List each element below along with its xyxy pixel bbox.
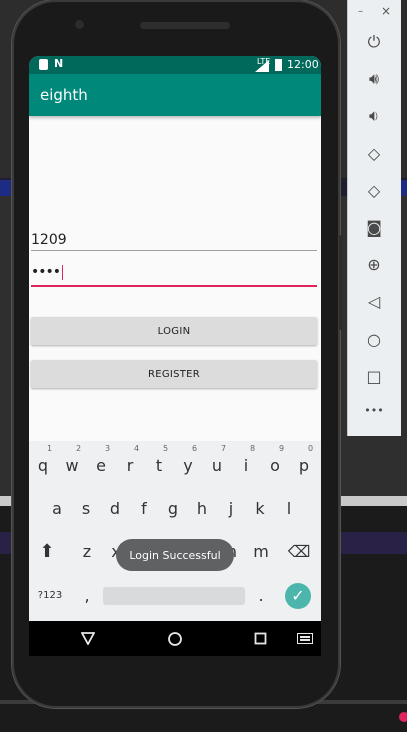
key-l[interactable]: l <box>275 494 303 524</box>
key-i[interactable]: i <box>232 451 260 481</box>
back-nav-icon[interactable] <box>81 632 95 645</box>
key-h[interactable]: h <box>188 494 216 524</box>
backspace-key-icon[interactable]: ⌫ <box>285 537 313 567</box>
key-e[interactable]: e <box>87 451 115 481</box>
more-options-icon[interactable]: ••• <box>361 398 387 424</box>
camera-screenshot-icon[interactable]: ◙ <box>361 215 387 241</box>
key-a[interactable]: a <box>43 494 71 524</box>
password-underline-focused <box>31 285 317 287</box>
key-s[interactable]: s <box>72 494 100 524</box>
comma-key[interactable]: , <box>73 581 101 611</box>
key-g[interactable]: g <box>159 494 187 524</box>
key-d[interactable]: d <box>101 494 129 524</box>
key-hint: 9 <box>279 444 285 453</box>
back-icon[interactable]: ◁ <box>361 289 387 315</box>
key-t[interactable]: t <box>145 451 173 481</box>
recents-nav-icon[interactable] <box>254 632 268 646</box>
symbols-key[interactable]: ?123 <box>33 581 67 611</box>
notification-dot-icon[interactable] <box>399 712 407 722</box>
volume-up-icon[interactable]: 🔊︎ <box>361 66 387 92</box>
key-w[interactable]: w <box>58 451 86 481</box>
emulator-control-panel: – × ⏻ 🔊︎ 🔉︎ ◇ ◇ ◙ ⊕ ◁ ○ □ ••• <box>347 0 401 436</box>
sd-card-icon <box>39 59 48 70</box>
key-hint: 8 <box>250 444 256 453</box>
key-o[interactable]: o <box>261 451 289 481</box>
password-value: •••• <box>31 264 61 280</box>
enter-check-icon[interactable]: ✓ <box>285 583 311 609</box>
key-j[interactable]: j <box>217 494 245 524</box>
key-hint: 7 <box>221 444 227 453</box>
key-m[interactable]: m <box>247 537 275 567</box>
login-button[interactable]: LOGIN <box>31 317 317 345</box>
key-u[interactable]: u <box>203 451 231 481</box>
volume-down-icon[interactable]: 🔉︎ <box>361 103 387 129</box>
soft-keyboard: q1w2e3r4t5y6u7i8o9p0 asdfghjkl zxcvbnm ⬆… <box>29 441 321 621</box>
password-field[interactable]: •••• <box>31 264 317 284</box>
key-hint: 4 <box>134 444 140 453</box>
key-p[interactable]: p <box>290 451 318 481</box>
register-button[interactable]: REGISTER <box>31 360 317 388</box>
device-screen: N LTE 12:00 eighth 1209 •••• LOGIN REGIS… <box>29 56 321 656</box>
space-bar[interactable] <box>103 587 245 605</box>
key-f[interactable]: f <box>130 494 158 524</box>
status-bar: N LTE 12:00 <box>29 56 321 74</box>
earpiece-speaker <box>140 22 230 29</box>
key-r[interactable]: r <box>116 451 144 481</box>
home-nav-icon[interactable] <box>167 631 183 647</box>
app-title: eighth <box>40 86 88 104</box>
navigation-bar <box>29 621 321 656</box>
username-field[interactable]: 1209 <box>31 232 317 252</box>
front-camera-icon <box>75 20 84 29</box>
key-k[interactable]: k <box>246 494 274 524</box>
period-key[interactable]: . <box>247 581 275 611</box>
status-time: 12:00 <box>287 58 319 71</box>
key-hint: 6 <box>192 444 198 453</box>
cell-signal-icon <box>255 60 269 72</box>
zoom-icon[interactable]: ⊕ <box>361 252 387 278</box>
key-hint: 0 <box>308 444 314 453</box>
shift-key-icon[interactable]: ⬆ <box>33 537 61 567</box>
minimize-button[interactable]: – <box>358 6 363 17</box>
app-bar: eighth <box>29 74 321 116</box>
key-hint: 3 <box>105 444 111 453</box>
key-y[interactable]: y <box>174 451 202 481</box>
key-q[interactable]: q <box>29 451 57 481</box>
battery-icon <box>275 59 282 71</box>
key-hint: 1 <box>47 444 53 453</box>
rotate-right-icon[interactable]: ◇ <box>361 178 387 204</box>
key-hint: 2 <box>76 444 82 453</box>
toast-message: Login Successful <box>116 539 234 571</box>
key-z[interactable]: z <box>73 537 101 567</box>
power-icon[interactable]: ⏻ <box>361 29 387 55</box>
username-underline <box>31 250 317 251</box>
home-icon[interactable]: ○ <box>361 327 387 353</box>
text-cursor <box>62 264 64 280</box>
close-button[interactable]: × <box>381 4 391 18</box>
notification-n-icon: N <box>54 57 64 70</box>
key-hint: 5 <box>163 444 169 453</box>
desktop-blue-strip-left <box>0 180 12 196</box>
rotate-left-icon[interactable]: ◇ <box>361 141 387 167</box>
phone-side-button <box>339 235 343 330</box>
overview-icon[interactable]: □ <box>361 364 387 390</box>
keyboard-switch-icon[interactable] <box>297 633 313 644</box>
